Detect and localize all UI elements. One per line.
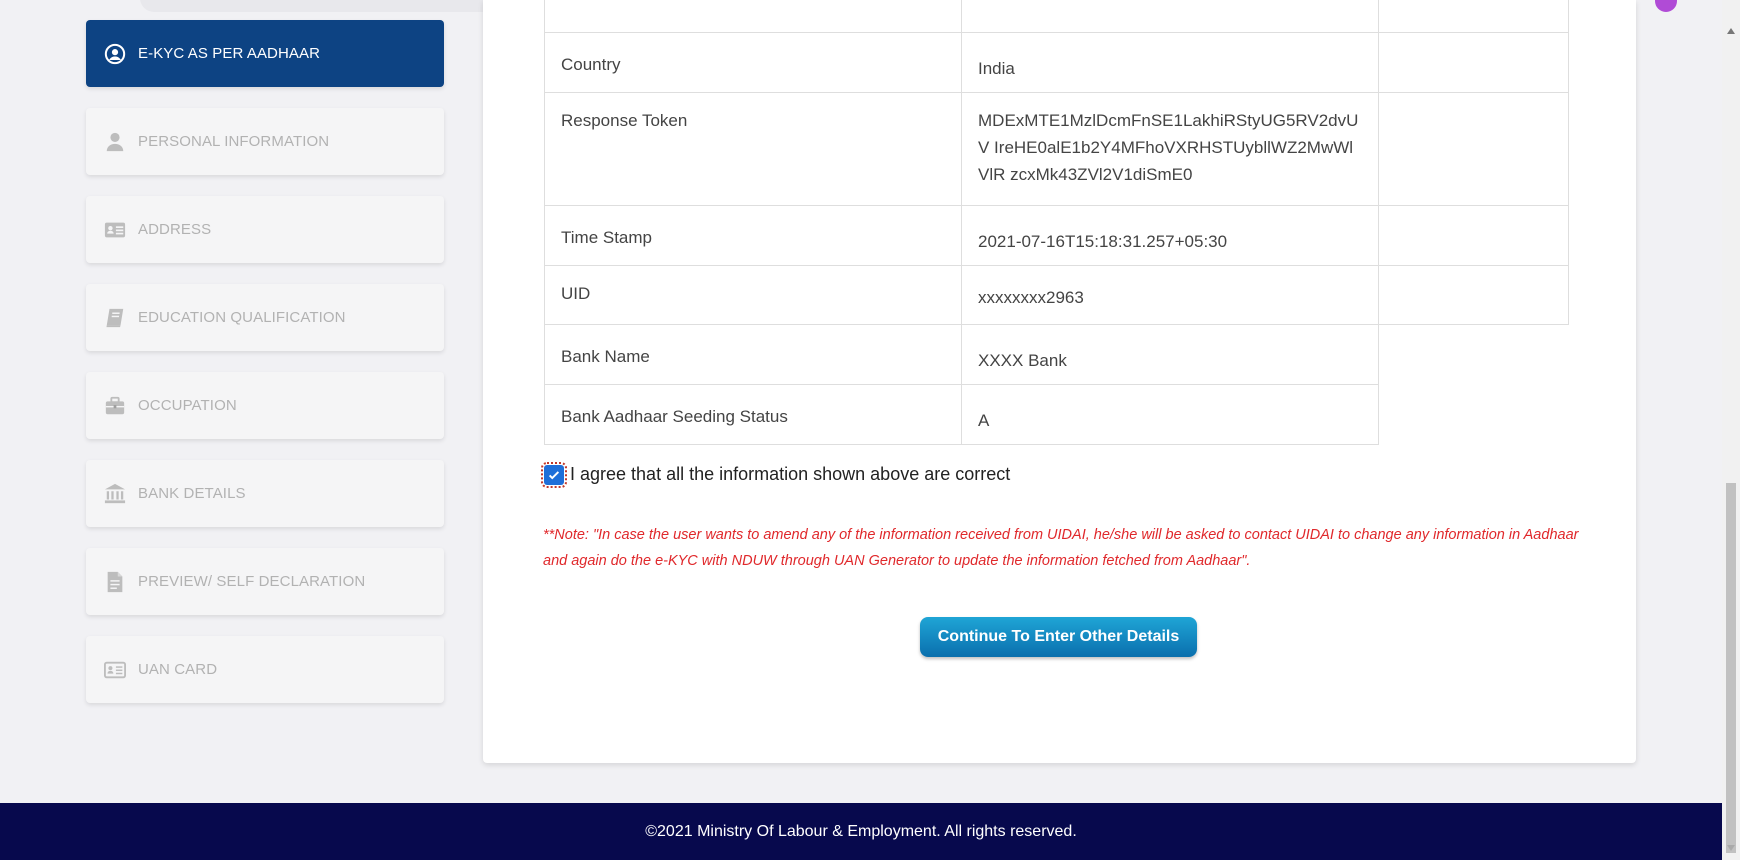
document-icon [104, 571, 126, 593]
user-circle-icon [104, 43, 126, 65]
book-icon [104, 307, 126, 329]
row-key: Time Stamp [544, 204, 962, 266]
sidebar-item-education[interactable]: EDUCATION QUALIFICATION [86, 284, 444, 351]
briefcase-icon [104, 395, 126, 417]
sidebar-item-bank-details[interactable]: BANK DETAILS [86, 460, 444, 527]
agree-checkbox[interactable] [541, 461, 567, 488]
sidebar-item-address[interactable]: ADDRESS [86, 196, 444, 263]
table-row: UID xxxxxxxx2963 [544, 264, 1569, 325]
table-row: Country India [544, 31, 1569, 93]
sidebar-item-label: E-KYC AS PER AADHAAR [138, 45, 321, 62]
sidebar-item-label: PREVIEW/ SELF DECLARATION [138, 573, 366, 590]
table-row [544, 0, 1569, 33]
sidebar-item-label: UAN CARD [138, 661, 218, 678]
sidebar-item-preview[interactable]: PREVIEW/ SELF DECLARATION [86, 548, 444, 615]
row-value: A [961, 383, 1379, 445]
row-value: xxxxxxxx2963 [961, 264, 1379, 325]
scrollbar-thumb[interactable] [1726, 483, 1736, 853]
bank-icon [104, 483, 126, 505]
sidebar-item-label: PERSONAL INFORMATION [138, 133, 330, 150]
row-key: UID [544, 264, 962, 325]
aadhaar-info-table: Country India Response Token MDExMTE1Mzl… [544, 0, 1569, 445]
table-row: Response Token MDExMTE1MzlDcmFnSE1LakhiR… [544, 91, 1569, 206]
sidebar-item-label: OCCUPATION [138, 397, 237, 414]
check-icon [548, 470, 560, 479]
sidebar-item-label: EDUCATION QUALIFICATION [138, 309, 346, 326]
sidebar-item-uan-card[interactable]: UAN CARD [86, 636, 444, 703]
user-icon [104, 131, 126, 153]
ekyc-details-card: Country India Response Token MDExMTE1Mzl… [483, 0, 1636, 763]
sidebar-item-occupation[interactable]: OCCUPATION [86, 372, 444, 439]
page-scrollbar[interactable] [1722, 0, 1740, 860]
row-key: Bank Name [544, 323, 962, 385]
row-key: Country [544, 31, 962, 93]
scroll-down-icon[interactable] [1727, 845, 1735, 851]
id-card-icon [104, 659, 126, 681]
agreement-label: I agree that all the information shown a… [570, 464, 1011, 484]
footer-copyright: ©2021 Ministry Of Labour & Employment. A… [645, 822, 1077, 840]
row-value: XXXX Bank [961, 323, 1379, 385]
row-value: MDExMTE1MzlDcmFnSE1LakhiRStyUG5RV2dvUV I… [961, 91, 1379, 206]
row-key: Bank Aadhaar Seeding Status [544, 383, 962, 445]
uidai-note: **Note: "In case the user wants to amend… [543, 527, 1579, 569]
table-row: Bank Aadhaar Seeding Status A [544, 383, 1569, 445]
address-card-icon [104, 219, 126, 241]
row-value: India [961, 31, 1379, 93]
footer: ©2021 Ministry Of Labour & Employment. A… [0, 803, 1722, 860]
table-row: Bank Name XXXX Bank [544, 323, 1569, 385]
agreement-row[interactable]: I agree that all the information shown a… [541, 461, 1011, 488]
continue-button[interactable]: Continue To Enter Other Details [920, 617, 1197, 657]
row-value: 2021-07-16T15:18:31.257+05:30 [961, 204, 1379, 266]
profile-avatar[interactable] [1655, 0, 1677, 12]
scroll-up-icon[interactable] [1727, 28, 1735, 34]
sidebar-item-label: ADDRESS [138, 221, 212, 238]
row-key: Response Token [544, 91, 962, 206]
sidebar-item-label: BANK DETAILS [138, 485, 246, 502]
sidebar-item-ekyc[interactable]: E-KYC AS PER AADHAAR [86, 20, 444, 87]
table-row: Time Stamp 2021-07-16T15:18:31.257+05:30 [544, 204, 1569, 266]
sidebar-item-personal-information[interactable]: PERSONAL INFORMATION [86, 108, 444, 175]
